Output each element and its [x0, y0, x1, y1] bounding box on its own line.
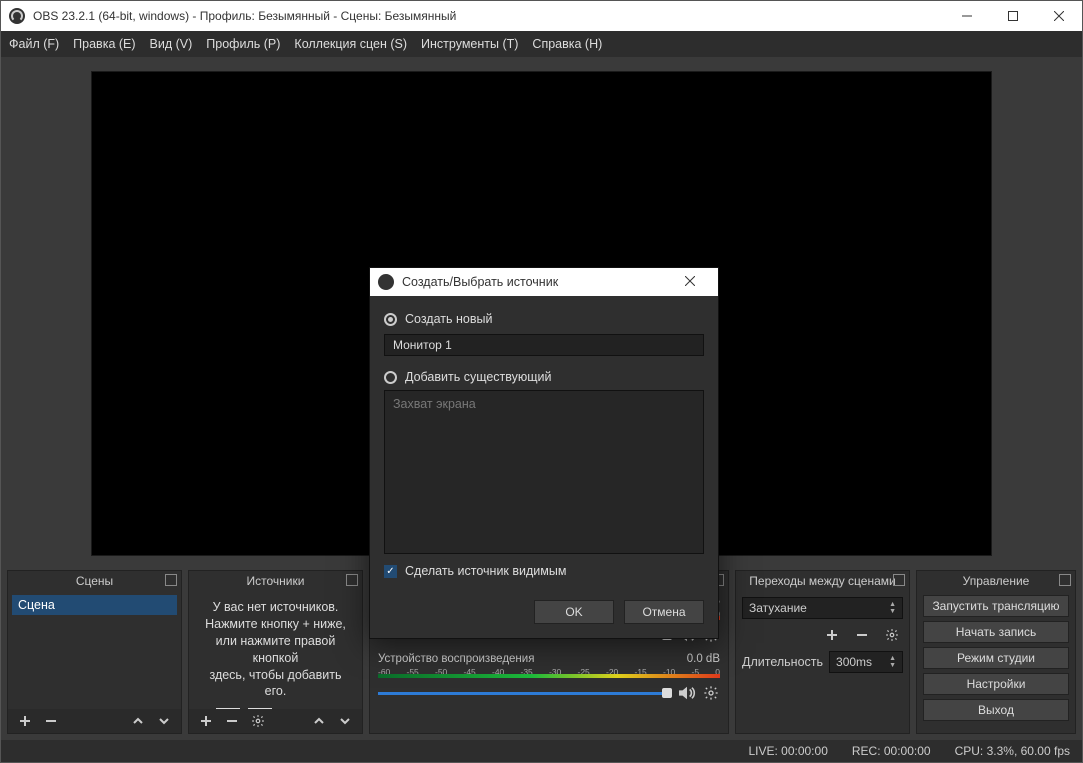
scenes-list[interactable]: Сцена	[12, 595, 177, 705]
sources-panel: Источники У вас нет источников. Нажмите …	[188, 570, 363, 734]
list-item[interactable]: Захват экрана	[393, 397, 695, 411]
dialog-title: Создать/Выбрать источник	[402, 275, 670, 289]
close-button[interactable]	[1036, 1, 1082, 31]
obs-app-icon	[378, 274, 394, 290]
titlebar: OBS 23.2.1 (64-bit, windows) - Профиль: …	[1, 1, 1082, 31]
volume-slider[interactable]	[378, 688, 672, 698]
status-live: LIVE: 00:00:00	[748, 744, 827, 758]
popout-icon[interactable]	[165, 574, 177, 586]
source-up-button[interactable]	[308, 711, 330, 731]
popout-icon[interactable]	[893, 574, 905, 586]
menu-tools[interactable]: Инструменты (T)	[421, 37, 518, 51]
maximize-button[interactable]	[990, 1, 1036, 31]
dropdown-arrows-icon: ▲▼	[889, 601, 896, 615]
exit-button[interactable]: Выход	[923, 699, 1069, 721]
menu-help[interactable]: Справка (H)	[532, 37, 602, 51]
menu-edit[interactable]: Правка (E)	[73, 37, 135, 51]
statusbar: LIVE: 00:00:00 REC: 00:00:00 CPU: 3.3%, …	[1, 740, 1082, 762]
source-settings-button[interactable]	[247, 711, 269, 731]
transitions-title: Переходы между сценами	[749, 574, 895, 588]
menubar: Файл (F) Правка (E) Вид (V) Профиль (P) …	[1, 31, 1082, 57]
spinner-arrows-icon: ▲▼	[889, 655, 896, 669]
scene-row[interactable]: Сцена	[12, 595, 177, 615]
dialog-close-button[interactable]	[670, 275, 710, 289]
gear-icon[interactable]	[702, 685, 720, 701]
transition-add-button[interactable]	[821, 625, 843, 645]
popout-icon[interactable]	[346, 574, 358, 586]
transition-settings-button[interactable]	[881, 625, 903, 645]
sources-title: Источники	[247, 574, 305, 588]
radio-icon	[384, 371, 397, 384]
controls-panel: Управление Запустить трансляцию Начать з…	[916, 570, 1076, 734]
obs-app-icon	[9, 8, 25, 24]
menu-scene-collection[interactable]: Коллекция сцен (S)	[294, 37, 407, 51]
source-add-button[interactable]	[195, 711, 217, 731]
sources-hint: У вас нет источников. Нажмите кнопку + н…	[193, 595, 358, 708]
transitions-panel: Переходы между сценами Затухание▲▼ Длите…	[735, 570, 910, 734]
source-name-input[interactable]	[384, 334, 704, 356]
scene-remove-button[interactable]	[40, 711, 62, 731]
scenes-title: Сцены	[76, 574, 113, 588]
existing-sources-list[interactable]: Захват экрана	[384, 390, 704, 554]
radio-icon	[384, 313, 397, 326]
scene-up-button[interactable]	[127, 711, 149, 731]
speaker-icon[interactable]	[678, 685, 696, 701]
menu-profile[interactable]: Профиль (P)	[206, 37, 280, 51]
transition-select[interactable]: Затухание▲▼	[742, 597, 903, 619]
source-down-button[interactable]	[334, 711, 356, 731]
menu-view[interactable]: Вид (V)	[150, 37, 193, 51]
create-source-dialog: Создать/Выбрать источник Создать новый Д…	[369, 267, 719, 639]
status-rec: REC: 00:00:00	[852, 744, 931, 758]
status-cpu: CPU: 3.3%, 60.00 fps	[955, 744, 1070, 758]
make-visible-checkbox[interactable]: ✓ Сделать источник видимым	[384, 564, 704, 578]
popout-icon[interactable]	[1059, 574, 1071, 586]
transition-remove-button[interactable]	[851, 625, 873, 645]
start-record-button[interactable]: Начать запись	[923, 621, 1069, 643]
source-remove-button[interactable]	[221, 711, 243, 731]
start-stream-button[interactable]: Запустить трансляцию	[923, 595, 1069, 617]
ok-button[interactable]: OK	[534, 600, 614, 624]
settings-button[interactable]: Настройки	[923, 673, 1069, 695]
level-meter	[378, 674, 720, 678]
controls-title: Управление	[963, 574, 1030, 588]
window-title: OBS 23.2.1 (64-bit, windows) - Профиль: …	[33, 9, 944, 23]
duration-input[interactable]: 300ms▲▼	[829, 651, 903, 673]
checkbox-icon: ✓	[384, 565, 397, 578]
cancel-button[interactable]: Отмена	[624, 600, 704, 624]
studio-mode-button[interactable]: Режим студии	[923, 647, 1069, 669]
channel-name: Устройство воспроизведения	[378, 653, 534, 665]
minimize-button[interactable]	[944, 1, 990, 31]
scene-down-button[interactable]	[153, 711, 175, 731]
channel-db: 0.0 dB	[687, 653, 720, 665]
workarea: Сцены Сцена Источники	[1, 57, 1082, 740]
radio-create-new[interactable]: Создать новый	[384, 312, 704, 326]
scenes-panel: Сцены Сцена	[7, 570, 182, 734]
app-window: OBS 23.2.1 (64-bit, windows) - Профиль: …	[0, 0, 1083, 763]
duration-label: Длительность	[742, 655, 823, 669]
radio-add-existing[interactable]: Добавить существующий	[384, 370, 704, 384]
mixer-channel-2: Устройство воспроизведения0.0 dB -60-55-…	[370, 649, 728, 707]
scene-add-button[interactable]	[14, 711, 36, 731]
menu-file[interactable]: Файл (F)	[9, 37, 59, 51]
